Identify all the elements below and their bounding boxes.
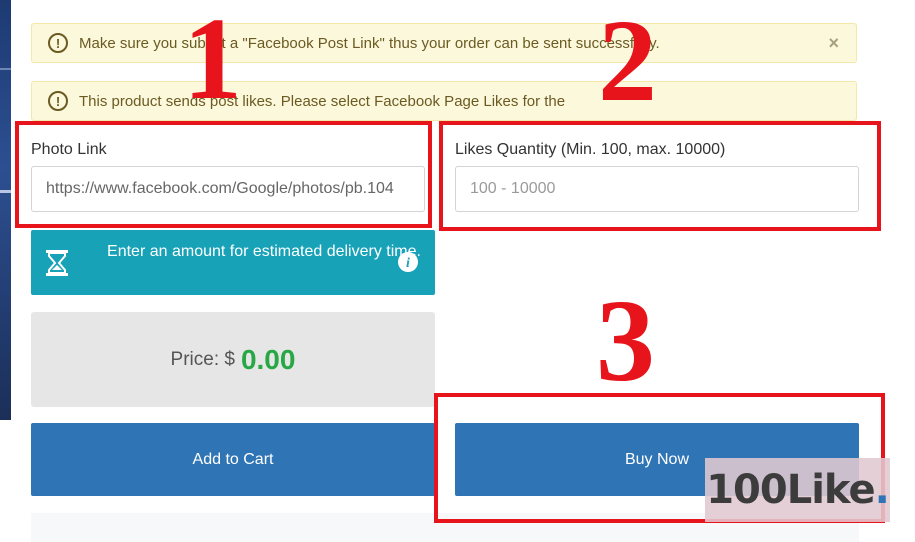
side-image-strip [0,0,11,420]
watermark-logo: 100Like. [705,458,890,522]
delivery-estimate-text: Enter an amount for estimated delivery t… [107,243,421,260]
exclamation-icon: ! [48,33,68,53]
add-to-cart-button[interactable]: Add to Cart [31,423,435,496]
annotation-number-3: 3 [596,275,655,406]
price-label: Price: $ [170,348,235,370]
alert-text: This product sends post likes. Please se… [79,92,566,110]
info-icon-glyph: i [406,256,410,271]
alert-product-info: ! This product sends post likes. Please … [31,81,857,121]
exclamation-icon: ! [48,91,68,111]
close-icon[interactable]: × [828,33,839,54]
delivery-estimate-bar: Enter an amount for estimated delivery t… [31,230,435,295]
annotation-number-2: 2 [598,0,657,126]
alert-text: Make sure you submit a "Facebook Post Li… [79,34,660,52]
annotation-number-1: 1 [183,0,242,124]
hourglass-icon [46,250,68,276]
watermark-dot: . [874,467,890,513]
price-display: Price: $ 0.00 [31,312,435,407]
side-image-detail [0,68,11,70]
annotation-box-1 [15,121,432,228]
alert-post-link: ! Make sure you submit a "Facebook Post … [31,23,857,63]
price-amount: 0.00 [240,343,296,375]
watermark-text: 100Like [706,467,875,513]
annotation-box-2 [439,121,881,231]
side-image-detail [0,190,11,193]
info-icon[interactable]: i [397,251,419,273]
